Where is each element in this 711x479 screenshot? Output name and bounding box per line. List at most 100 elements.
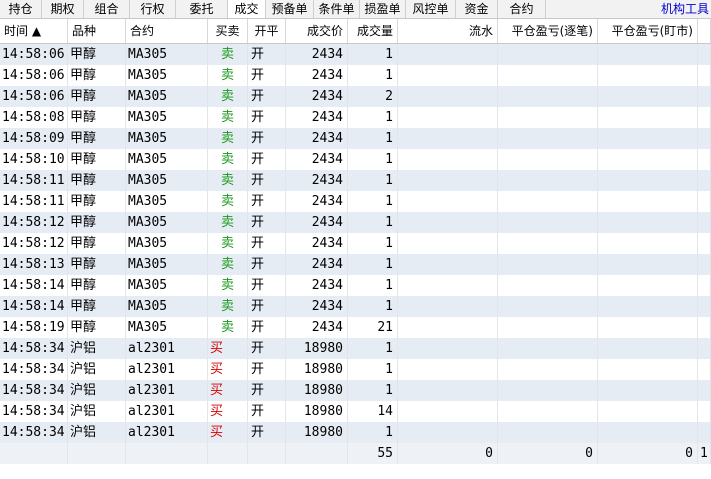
cell-volume: 1 xyxy=(348,65,398,86)
header-volume[interactable]: 成交量 xyxy=(348,19,398,43)
table-row[interactable]: 14:58:34 沪铝 al2301 买开 18980 1 xyxy=(0,380,711,401)
table-row[interactable]: 14:58:09 甲醇 MA305 卖开 2434 1 xyxy=(0,128,711,149)
tab-risk-orders[interactable]: 风控单 xyxy=(406,0,456,18)
table-row[interactable]: 14:58:11 甲醇 MA305 卖开 2434 1 xyxy=(0,191,711,212)
table-row[interactable]: 14:58:34 沪铝 al2301 买开 18980 1 xyxy=(0,338,711,359)
cell-price: 18980 xyxy=(286,401,348,422)
tab-conditional-orders[interactable]: 条件单 xyxy=(314,0,360,18)
cell-side: 卖 xyxy=(208,254,248,275)
cell-pnl-trade xyxy=(498,254,598,275)
cell-time: 14:58:06 xyxy=(0,65,68,86)
header-pnl-trade[interactable]: 平仓盈亏(逐笔) xyxy=(498,19,598,43)
cell-side: 买 xyxy=(208,380,248,401)
cell-time: 14:58:11 xyxy=(0,191,68,212)
cell-pnl-trade xyxy=(498,212,598,233)
cell-time: 14:58:12 xyxy=(0,212,68,233)
cell-flow xyxy=(398,317,498,338)
tab-contracts[interactable]: 合约 xyxy=(498,0,546,18)
cell-open-close: 开 xyxy=(248,401,286,422)
cell-overflow xyxy=(698,65,711,86)
cell-flow xyxy=(398,422,498,443)
tab-combos[interactable]: 组合 xyxy=(84,0,130,18)
cell-flow xyxy=(398,254,498,275)
tab-positions[interactable]: 持仓 xyxy=(0,0,42,18)
tab-prepared-orders[interactable]: 预备单 xyxy=(266,0,314,18)
tab-stop-orders[interactable]: 损盈单 xyxy=(360,0,406,18)
table-row[interactable]: 14:58:34 沪铝 al2301 买开 18980 14 xyxy=(0,401,711,422)
cell-time: 14:58:14 xyxy=(0,275,68,296)
header-contract[interactable]: 合约 xyxy=(126,19,208,43)
cell-overflow xyxy=(698,86,711,107)
tab-options[interactable]: 期权 xyxy=(42,0,84,18)
header-variety[interactable]: 品种 xyxy=(68,19,126,43)
cell-pnl-trade xyxy=(498,86,598,107)
cell-contract: MA305 xyxy=(126,317,208,338)
table-row[interactable]: 14:58:06 甲醇 MA305 卖开 2434 1 xyxy=(0,65,711,86)
cell-volume: 1 xyxy=(348,233,398,254)
cell-open-close: 开 xyxy=(248,422,286,443)
cell-pnl-mark xyxy=(598,401,698,422)
table-row[interactable]: 14:58:10 甲醇 MA305 卖开 2434 1 xyxy=(0,149,711,170)
cell-time: 14:58:34 xyxy=(0,422,68,443)
tab-orders[interactable]: 委托 xyxy=(176,0,228,18)
cell-variety: 沪铝 xyxy=(68,359,126,380)
header-open-close[interactable]: 开平 xyxy=(248,19,286,43)
table-row[interactable]: 14:58:13 甲醇 MA305 卖开 2434 1 xyxy=(0,254,711,275)
table-row[interactable]: 14:58:12 甲醇 MA305 卖开 2434 1 xyxy=(0,233,711,254)
cell-volume: 1 xyxy=(348,44,398,65)
cell-pnl-mark xyxy=(598,233,698,254)
table-row[interactable]: 14:58:19 甲醇 MA305 卖开 2434 21 xyxy=(0,317,711,338)
cell-pnl-mark xyxy=(598,359,698,380)
cell-variety: 甲醇 xyxy=(68,86,126,107)
cell-contract: MA305 xyxy=(126,254,208,275)
cell-side: 买 xyxy=(208,422,248,443)
table-row[interactable]: 14:58:06 甲醇 MA305 卖开 2434 1 xyxy=(0,44,711,65)
tab-exercise[interactable]: 行权 xyxy=(130,0,176,18)
total-time-blank xyxy=(0,443,68,464)
total-flow: 0 xyxy=(398,443,498,464)
cell-open-close: 开 xyxy=(248,359,286,380)
table-row[interactable]: 14:58:12 甲醇 MA305 卖开 2434 1 xyxy=(0,212,711,233)
table-row[interactable]: 14:58:34 沪铝 al2301 买开 18980 1 xyxy=(0,422,711,443)
institution-tools-link[interactable]: 机构工具 xyxy=(661,0,711,18)
cell-variety: 甲醇 xyxy=(68,317,126,338)
cell-overflow xyxy=(698,212,711,233)
cell-pnl-mark xyxy=(598,380,698,401)
cell-price: 2434 xyxy=(286,191,348,212)
cell-overflow xyxy=(698,149,711,170)
header-price[interactable]: 成交价 xyxy=(286,19,348,43)
tab-trades[interactable]: 成交 xyxy=(228,0,266,18)
table-row[interactable]: 14:58:11 甲醇 MA305 卖开 2434 1 xyxy=(0,170,711,191)
cell-overflow xyxy=(698,44,711,65)
cell-variety: 甲醇 xyxy=(68,107,126,128)
table-row[interactable]: 14:58:34 沪铝 al2301 买开 18980 1 xyxy=(0,359,711,380)
cell-time: 14:58:13 xyxy=(0,254,68,275)
cell-pnl-trade xyxy=(498,191,598,212)
table-row[interactable]: 14:58:14 甲醇 MA305 卖开 2434 1 xyxy=(0,296,711,317)
table-row[interactable]: 14:58:08 甲醇 MA305 卖开 2434 1 xyxy=(0,107,711,128)
cell-contract: al2301 xyxy=(126,380,208,401)
cell-variety: 甲醇 xyxy=(68,212,126,233)
cell-side: 买 xyxy=(208,338,248,359)
cell-side: 卖 xyxy=(208,86,248,107)
cell-open-close: 开 xyxy=(248,191,286,212)
cell-contract: MA305 xyxy=(126,86,208,107)
cell-overflow xyxy=(698,275,711,296)
cell-flow xyxy=(398,212,498,233)
table-row[interactable]: 14:58:06 甲醇 MA305 卖开 2434 2 xyxy=(0,86,711,107)
cell-volume: 1 xyxy=(348,338,398,359)
header-flow[interactable]: 流水 xyxy=(398,19,498,43)
cell-pnl-trade xyxy=(498,338,598,359)
cell-time: 14:58:11 xyxy=(0,170,68,191)
cell-volume: 1 xyxy=(348,296,398,317)
tab-funds[interactable]: 资金 xyxy=(456,0,498,18)
header-time[interactable]: 时间 ▲ xyxy=(0,19,68,43)
table-row[interactable]: 14:58:14 甲醇 MA305 卖开 2434 1 xyxy=(0,275,711,296)
cell-side: 卖 xyxy=(208,44,248,65)
cell-volume: 1 xyxy=(348,149,398,170)
total-pnl-trade: 0 xyxy=(498,443,598,464)
cell-variety: 甲醇 xyxy=(68,254,126,275)
cell-contract: MA305 xyxy=(126,275,208,296)
header-side[interactable]: 买卖 xyxy=(208,19,248,43)
header-pnl-mark[interactable]: 平仓盈亏(盯市) xyxy=(598,19,698,43)
